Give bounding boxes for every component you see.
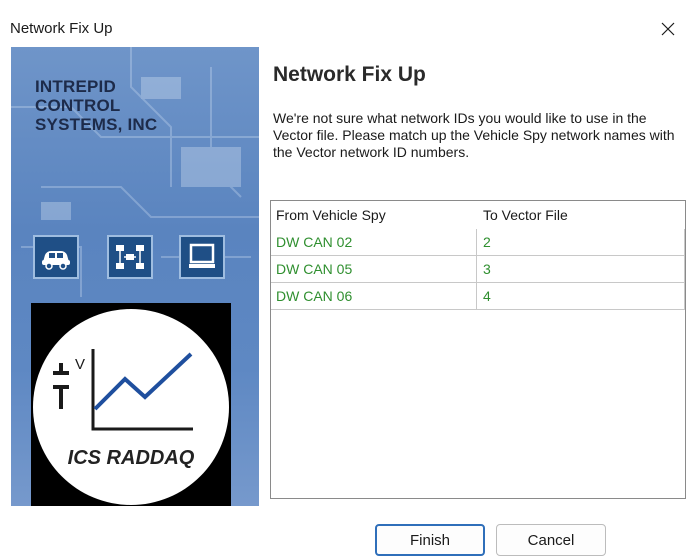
- close-button[interactable]: [645, 12, 691, 46]
- page-heading: Network Fix Up: [273, 63, 426, 86]
- close-icon: [661, 22, 675, 36]
- car-tile: [33, 235, 79, 279]
- column-header-to[interactable]: To Vector File: [477, 207, 685, 223]
- network-tile: [107, 235, 153, 279]
- row-source-network: DW CAN 05: [271, 256, 477, 282]
- network-icon: [116, 245, 144, 269]
- voltage-graph-icon: V: [53, 349, 193, 431]
- car-icon: [42, 251, 70, 270]
- instructions-text: We're not sure what network IDs you woul…: [273, 110, 675, 160]
- row-source-network: DW CAN 06: [271, 283, 477, 309]
- list-header: From Vehicle Spy To Vector File: [271, 201, 685, 229]
- list-row[interactable]: DW CAN 02 2: [271, 229, 685, 256]
- logo-superscript: V: [75, 356, 85, 373]
- logo-circle: V ICS RADDAQ: [33, 309, 229, 505]
- window-title: Network Fix Up: [10, 20, 113, 37]
- cancel-button[interactable]: Cancel: [496, 524, 606, 556]
- network-fix-up-dialog: Network Fix Up INTREPID CONTROL SYSTEMS,…: [0, 0, 691, 557]
- company-name: INTREPID CONTROL SYSTEMS, INC: [35, 77, 158, 134]
- network-mapping-list[interactable]: From Vehicle Spy To Vector File DW CAN 0…: [270, 200, 686, 499]
- list-row[interactable]: DW CAN 06 4: [271, 283, 685, 310]
- raddaq-logo: V ICS RADDAQ: [31, 303, 231, 506]
- row-target-id[interactable]: 3: [477, 256, 685, 282]
- logo-text: ICS RADDAQ: [67, 447, 195, 469]
- list-row[interactable]: DW CAN 05 3: [271, 256, 685, 283]
- computer-icon: [189, 243, 215, 268]
- title-bar: Network Fix Up: [0, 0, 691, 44]
- finish-button[interactable]: Finish: [375, 524, 485, 556]
- computer-tile: [179, 235, 225, 279]
- row-target-id[interactable]: 2: [477, 229, 685, 255]
- row-target-id[interactable]: 4: [477, 283, 685, 309]
- wizard-banner: INTREPID CONTROL SYSTEMS, INC V ICS RADD…: [11, 47, 259, 506]
- row-source-network: DW CAN 02: [271, 229, 477, 255]
- column-header-from[interactable]: From Vehicle Spy: [271, 207, 477, 223]
